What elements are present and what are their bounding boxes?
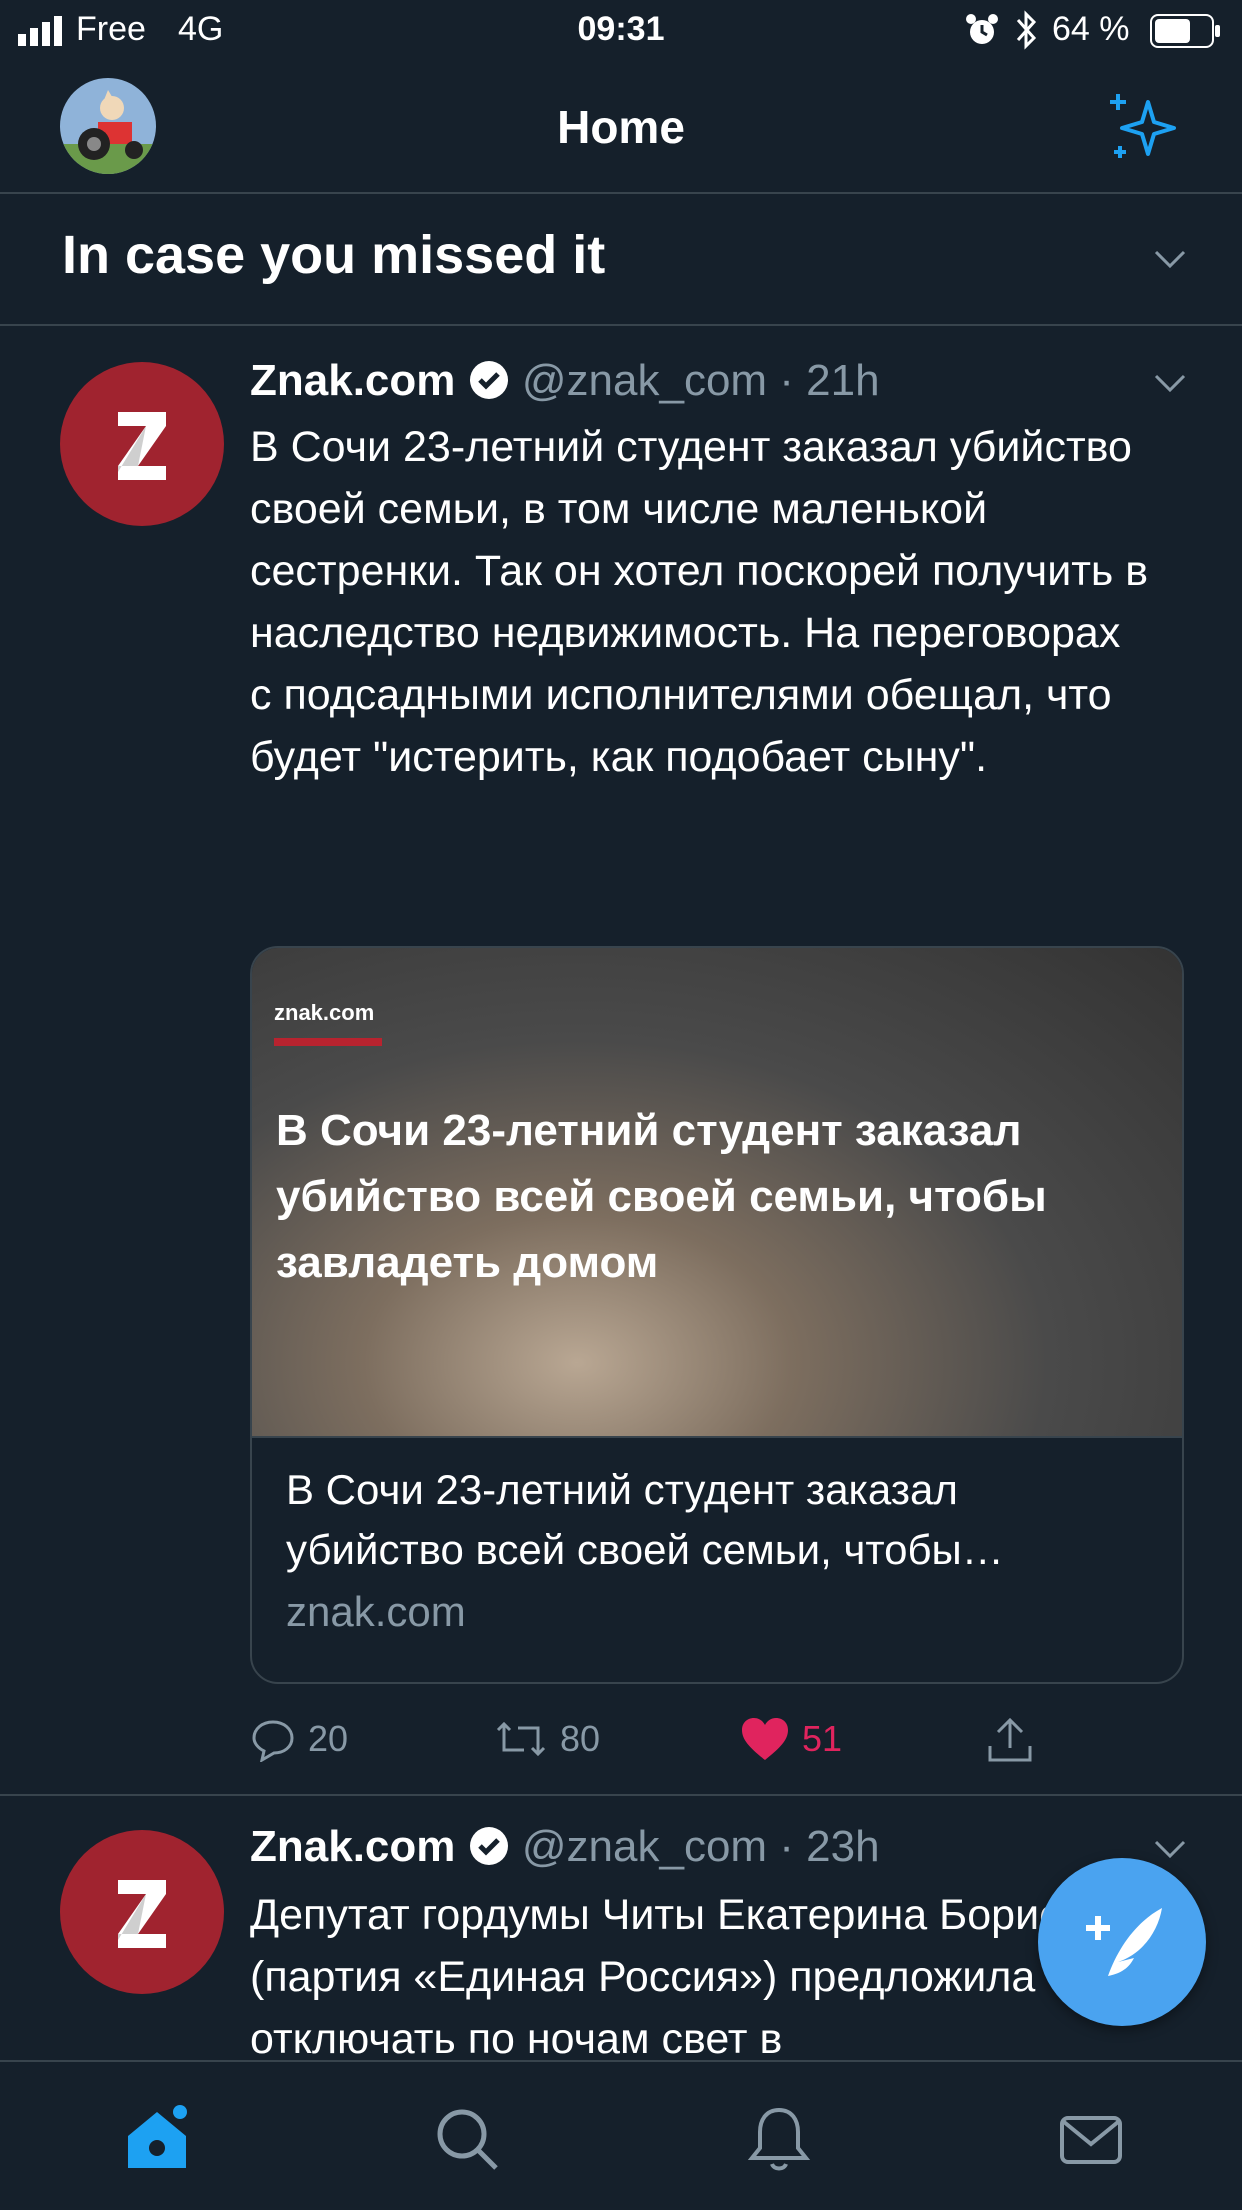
messages-mail-icon[interactable] [1056, 2104, 1126, 2174]
card-image-headline: В Сочи 23-летний студент заказал убийств… [276, 1106, 1047, 1287]
retweet-icon [496, 1721, 546, 1757]
battery-percent: 64 % [1052, 10, 1130, 48]
section-header: In case you missed it [0, 194, 1242, 326]
tweet[interactable]: Znak.com @znak_com · 21h В Сочи 23-летни… [0, 326, 1242, 1796]
alarm-icon [966, 14, 998, 44]
reply-button[interactable]: 20 [250, 1716, 348, 1762]
card-domain: znak.com [286, 1588, 466, 1635]
znak-logo-icon [118, 412, 166, 480]
notifications-bell-icon[interactable] [744, 2104, 814, 2174]
sparkle-icon[interactable] [1104, 88, 1184, 168]
link-card[interactable]: znak.com В Сочи 23-летний студент заказа… [250, 946, 1184, 1684]
author-name[interactable]: Znak.com [250, 356, 455, 405]
card-logo: znak.com [274, 1000, 375, 1025]
chevron-down-icon[interactable] [1150, 238, 1190, 278]
verified-badge-icon [469, 1827, 508, 1865]
tweet-header: Znak.com @znak_com · 23h [250, 1822, 880, 1871]
reply-icon [252, 1720, 294, 1762]
chevron-down-icon[interactable] [1150, 362, 1190, 402]
like-count: 51 [802, 1718, 843, 1759]
tweet-time[interactable]: 23h [806, 1822, 879, 1871]
compose-tweet-button[interactable] [1038, 1858, 1206, 2026]
author-name[interactable]: Znak.com [250, 1822, 455, 1871]
author-handle[interactable]: @znak_com [522, 356, 767, 405]
home-icon[interactable] [122, 2104, 192, 2174]
reply-count: 20 [308, 1718, 349, 1759]
battery-icon [1150, 14, 1220, 48]
tweet-text: Депутат гордумы Читы Екатерина Борисова … [250, 1891, 1132, 2060]
feather-plus-icon [1086, 1908, 1162, 1976]
znak-logo-icon [118, 1880, 166, 1948]
author-handle[interactable]: @znak_com [522, 1822, 767, 1871]
card-logo-underline [274, 1038, 382, 1046]
card-image: znak.com В Сочи 23-летний студент заказа… [252, 948, 1182, 1438]
verified-badge-icon [469, 361, 508, 399]
card-title: В Сочи 23-летний студент заказал убийств… [286, 1466, 1004, 1573]
like-button[interactable]: 51 [740, 1716, 842, 1762]
tweet-time[interactable]: 21h [806, 356, 879, 405]
tweet-header: Znak.com @znak_com · 21h [250, 356, 880, 405]
retweet-count: 80 [560, 1718, 601, 1759]
heart-icon [742, 1718, 788, 1760]
znak-avatar[interactable] [60, 362, 224, 526]
status-bar: Free 4G 09:31 64 % [0, 0, 1242, 62]
tweet-text: В Сочи 23-летний студент заказал убийств… [250, 423, 1149, 781]
share-icon [988, 1717, 1032, 1762]
tweet-actions: 20 80 51 [250, 1716, 1070, 1776]
nav-bar: Home [0, 62, 1242, 194]
retweet-button[interactable]: 80 [494, 1716, 600, 1762]
bluetooth-icon [1016, 10, 1037, 50]
search-icon[interactable] [432, 2104, 502, 2174]
section-title: In case you missed it [62, 225, 606, 285]
share-button[interactable] [986, 1716, 1034, 1764]
page-title: Home [557, 101, 685, 153]
znak-avatar[interactable] [60, 1830, 224, 1994]
tab-bar [0, 2060, 1242, 2210]
